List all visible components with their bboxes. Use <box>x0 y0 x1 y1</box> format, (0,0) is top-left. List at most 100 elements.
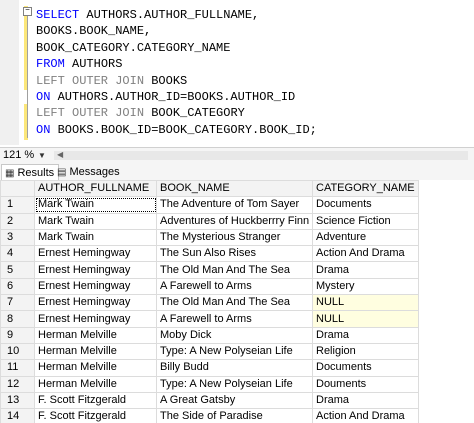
scroll-left-icon[interactable]: ◀ <box>57 150 63 159</box>
table-cell[interactable]: Mark Twain <box>34 212 157 230</box>
corner-cell[interactable] <box>0 180 35 198</box>
zoom-level[interactable]: 121 % <box>3 149 34 161</box>
row-number[interactable]: 5 <box>0 261 35 279</box>
sql-keyword: SELECT <box>36 8 80 22</box>
table-cell[interactable]: Herman Melville <box>34 359 157 377</box>
message-icon: ▤ <box>57 167 67 178</box>
table-cell[interactable]: Mark Twain <box>34 228 157 247</box>
table-cell[interactable]: Mystery <box>312 277 419 296</box>
table-cell[interactable]: Drama <box>312 326 419 344</box>
row-number[interactable]: 8 <box>0 310 35 328</box>
table-cell[interactable]: Adventures of Huckberrry Finn <box>156 212 313 230</box>
table-row[interactable]: 2 Mark Twain Adventures of Huckberrry Finn… <box>0 212 419 230</box>
table-cell[interactable]: Herman Melville <box>34 326 157 344</box>
table-row[interactable]: 1 Mark Twain The Adventure of Tom Sayer Doc… <box>0 196 419 214</box>
table-row[interactable]: 13 F. Scott Fitzgerald A Great Gatsby Drama <box>0 391 419 410</box>
row-number[interactable]: 4 <box>0 245 35 263</box>
table-cell[interactable]: Ernest Hemingway <box>34 261 157 279</box>
table-row[interactable]: 8 Ernest Hemingway A Farewell to Arms NULL <box>0 310 419 328</box>
table-row[interactable]: 4 Ernest Hemingway The Sun Also Rises Actio… <box>0 245 419 263</box>
table-cell[interactable]: Ernest Hemingway <box>34 277 157 296</box>
table-cell[interactable]: Action And Drama <box>312 245 419 263</box>
sql-keyword: LEFT OUTER JOIN <box>36 73 145 88</box>
table-row[interactable]: 12 Herman Melville Type: A New Polyseian L… <box>0 375 419 393</box>
row-number[interactable]: 14 <box>0 408 35 423</box>
table-cell[interactable]: The Side of Paradise <box>156 408 313 423</box>
sql-text: BOOK_CATEGORY <box>144 106 245 121</box>
table-cell[interactable]: Adventure <box>312 228 419 247</box>
table-cell[interactable]: NULL <box>312 310 419 328</box>
table-cell[interactable]: F. Scott Fitzgerald <box>34 391 157 410</box>
query-editor[interactable]: − SELECT AUTHORS.AUTHOR_FULLNAME, BOOKS.… <box>0 0 474 145</box>
row-number[interactable]: 9 <box>0 326 35 344</box>
table-row[interactable]: 3 Mark Twain The Mysterious Stranger Advent… <box>0 228 419 247</box>
table-cell[interactable]: Ernest Hemingway <box>34 245 157 263</box>
table-cell[interactable]: Moby Dick <box>156 326 313 344</box>
collapse-icon[interactable]: − <box>23 7 32 16</box>
table-cell[interactable]: The Sun Also Rises <box>156 245 313 263</box>
column-header[interactable]: BOOK_NAME <box>156 180 313 198</box>
chevron-down-icon[interactable]: ▼ <box>38 151 46 160</box>
table-row[interactable]: 5 Ernest Hemingway The Old Man And The Sea… <box>0 261 419 279</box>
table-cell[interactable]: Religion <box>312 342 419 361</box>
table-cell[interactable]: The Old Man And The Sea <box>156 261 313 279</box>
table-cell[interactable]: A Great Gatsby <box>156 391 313 410</box>
table-row[interactable]: 11 Herman Melville Billy Budd Documents <box>0 359 419 377</box>
row-number[interactable]: 11 <box>0 359 35 377</box>
table-cell[interactable]: Drama <box>312 261 419 279</box>
results-table: AUTHOR_FULLNAME BOOK_NAME CATEGORY_NAME … <box>0 180 419 423</box>
table-cell[interactable]: Ernest Hemingway <box>34 294 157 312</box>
table-row[interactable]: 14 F. Scott Fitzgerald The Side of Paradis… <box>0 408 419 423</box>
tab-messages-label: Messages <box>69 166 120 178</box>
table-cell[interactable]: Ernest Hemingway <box>34 310 157 328</box>
row-number[interactable]: 10 <box>0 342 35 361</box>
table-row[interactable]: 9 Herman Melville Moby Dick Drama <box>0 326 419 344</box>
sql-text: BOOKS.BOOK_NAME, <box>36 24 152 39</box>
row-number[interactable]: 2 <box>0 212 35 230</box>
table-cell[interactable]: Herman Melville <box>34 342 157 361</box>
tab-results-label: Results <box>17 167 55 179</box>
table-cell[interactable]: NULL <box>312 294 419 312</box>
horizontal-scrollbar[interactable] <box>54 151 468 160</box>
table-cell[interactable]: Action And Drama <box>312 408 419 423</box>
table-cell[interactable]: A Farewell to Arms <box>156 310 313 328</box>
table-cell[interactable]: Mark Twain <box>34 196 157 214</box>
column-header[interactable]: AUTHOR_FULLNAME <box>34 180 157 198</box>
table-cell[interactable]: The Old Man And The Sea <box>156 294 313 312</box>
table-cell[interactable]: The Mysterious Stranger <box>156 228 313 247</box>
sql-text: AUTHORS <box>64 57 123 72</box>
table-cell[interactable]: The Adventure of Tom Sayer <box>156 196 313 214</box>
tab-messages[interactable]: ▤ Messages <box>54 164 124 180</box>
row-number[interactable]: 3 <box>0 228 35 247</box>
table-row[interactable]: 6 Ernest Hemingway A Farewell to Arms Myste… <box>0 277 419 296</box>
table-row[interactable]: 10 Herman Melville Type: A New Polyseian L… <box>0 342 419 361</box>
table-cell[interactable]: Type: A New Polyseian Life <box>156 375 313 393</box>
outline-guide <box>27 16 28 138</box>
table-cell[interactable]: Drama <box>312 391 419 410</box>
table-cell[interactable]: Douments <box>312 375 419 393</box>
column-header[interactable]: CATEGORY_NAME <box>312 180 419 198</box>
table-cell[interactable]: Type: A New Polyseian Life <box>156 342 313 361</box>
sql-text: AUTHORS.AUTHOR_FULLNAME, <box>79 8 260 22</box>
row-number[interactable]: 12 <box>0 375 35 393</box>
table-cell[interactable]: Documents <box>312 359 419 377</box>
table-row[interactable]: 7 Ernest Hemingway The Old Man And The Sea… <box>0 294 419 312</box>
table-cell[interactable]: A Farewell to Arms <box>156 277 313 296</box>
results-grid[interactable]: AUTHOR_FULLNAME BOOK_NAME CATEGORY_NAME … <box>0 180 474 423</box>
editor-status-bar: 121 % ▼ ◀ <box>0 147 474 165</box>
table-cell[interactable]: Documents <box>312 196 419 214</box>
sql-code[interactable]: SELECT AUTHORS.AUTHOR_FULLNAME, BOOKS.BO… <box>36 7 317 138</box>
sql-keyword: LEFT OUTER JOIN <box>36 106 145 121</box>
tab-results[interactable]: ▦ Results <box>1 164 60 181</box>
results-tabs: ▦ Results ▤ Messages <box>0 164 474 181</box>
table-cell[interactable]: Billy Budd <box>156 359 313 377</box>
row-number[interactable]: 6 <box>0 277 35 296</box>
row-number[interactable]: 13 <box>0 391 35 410</box>
sql-text: BOOKS <box>144 73 188 88</box>
row-number[interactable]: 7 <box>0 294 35 312</box>
table-cell[interactable]: Science Fiction <box>312 212 419 230</box>
sql-keyword: ON <box>36 90 51 105</box>
table-cell[interactable]: F. Scott Fitzgerald <box>34 408 157 423</box>
row-number[interactable]: 1 <box>0 196 35 214</box>
table-cell[interactable]: Herman Melville <box>34 375 157 393</box>
